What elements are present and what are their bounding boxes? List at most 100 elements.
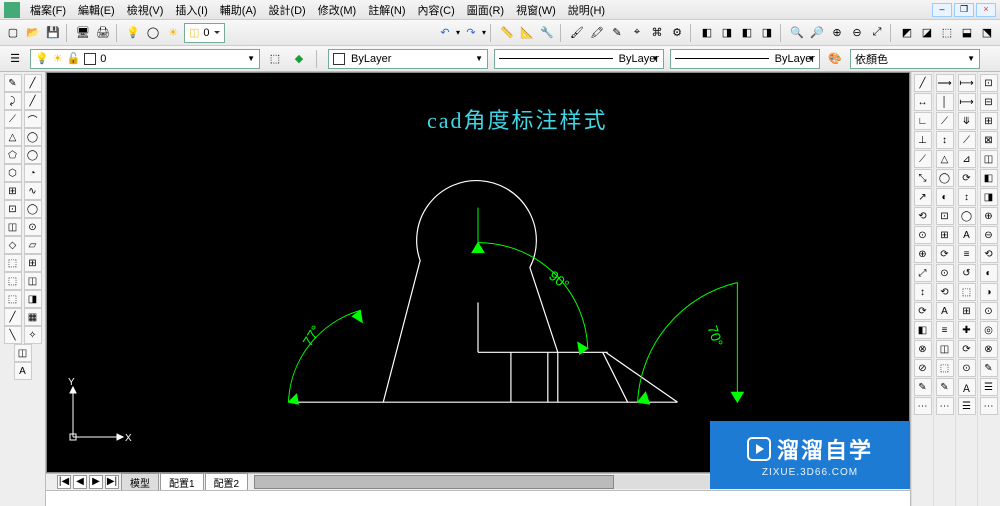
right-col3-tool-14[interactable]: ⟳ bbox=[958, 340, 976, 358]
menu-layout[interactable]: 圖面(R) bbox=[461, 0, 510, 20]
right-col1-tool-17[interactable]: ⋯ bbox=[914, 397, 932, 415]
menu-file[interactable]: 檔案(F) bbox=[24, 0, 72, 20]
draw-tool-8-1[interactable]: ⊙ bbox=[24, 218, 42, 236]
right-col1-tool-9[interactable]: ⊕ bbox=[914, 245, 932, 263]
layer-tool1-icon[interactable]: ⬚ bbox=[266, 50, 284, 68]
draw-tool-4-1[interactable]: ◯ bbox=[24, 146, 42, 164]
draw-tool-9-1[interactable]: ▱ bbox=[24, 236, 42, 254]
window-close[interactable]: × bbox=[976, 3, 996, 17]
draw-tool-16-0[interactable]: A bbox=[14, 362, 32, 380]
draw-tool-13-1[interactable]: ▦ bbox=[24, 308, 42, 326]
draw-tool-10-1[interactable]: ⊞ bbox=[24, 254, 42, 272]
right-col2-tool-11[interactable]: ⟲ bbox=[936, 283, 954, 301]
right-col1-tool-15[interactable]: ⊘ bbox=[914, 359, 932, 377]
print-icon[interactable]: 🖨 bbox=[94, 24, 112, 42]
right-col1-tool-5[interactable]: ⤡ bbox=[914, 169, 932, 187]
new-icon[interactable]: ▢ bbox=[4, 24, 22, 42]
right-col2-tool-17[interactable]: ⋯ bbox=[936, 397, 954, 415]
draw-tool-10-0[interactable]: ⬚ bbox=[4, 254, 22, 272]
right-col3-tool-16[interactable]: Ａ bbox=[958, 378, 976, 396]
draw-tool-5-0[interactable]: ⬡ bbox=[4, 164, 22, 182]
tool-b2[interactable]: 🖍 bbox=[588, 24, 606, 42]
tool-b6[interactable]: ⚙ bbox=[668, 24, 686, 42]
right-col3-tool-1[interactable]: ⟼ bbox=[958, 93, 976, 111]
window-minimize[interactable]: – bbox=[932, 3, 952, 17]
layer-manager-icon[interactable]: ☰ bbox=[6, 50, 24, 68]
right-col2-tool-15[interactable]: ⬚ bbox=[936, 359, 954, 377]
right-col2-tool-3[interactable]: ↕ bbox=[936, 131, 954, 149]
right-col1-tool-14[interactable]: ⊗ bbox=[914, 340, 932, 358]
right-col4-tool-12[interactable]: ⊙ bbox=[980, 302, 998, 320]
right-col3-tool-0[interactable]: ⟼ bbox=[958, 74, 976, 92]
right-col1-tool-4[interactable]: ⟋ bbox=[914, 150, 932, 168]
draw-tool-14-1[interactable]: ✧ bbox=[24, 326, 42, 344]
redo-icon[interactable]: ↷ bbox=[462, 24, 480, 42]
right-col2-tool-5[interactable]: ◯ bbox=[936, 169, 954, 187]
right-col4-tool-9[interactable]: ⟲ bbox=[980, 245, 998, 263]
right-col3-tool-10[interactable]: ↺ bbox=[958, 264, 976, 282]
tab-nav-prev[interactable]: ◀ bbox=[73, 475, 87, 489]
draw-tool-9-0[interactable]: ◇ bbox=[4, 236, 22, 254]
right-col2-tool-2[interactable]: ⟋ bbox=[936, 112, 954, 130]
draw-tool-13-0[interactable]: ╱ bbox=[4, 308, 22, 326]
right-col1-tool-16[interactable]: ✎ bbox=[914, 378, 932, 396]
monitor-icon[interactable]: 🖥 bbox=[74, 24, 92, 42]
right-col1-tool-8[interactable]: ⊙ bbox=[914, 226, 932, 244]
circles-icon[interactable]: ◯ bbox=[144, 24, 162, 42]
right-col2-tool-1[interactable]: │ bbox=[936, 93, 954, 111]
tab-nav-first[interactable]: |◀ bbox=[57, 475, 71, 489]
menu-annotate[interactable]: 註解(N) bbox=[362, 0, 411, 20]
color-dropdown[interactable]: ByLayer bbox=[328, 49, 488, 69]
right-col4-tool-2[interactable]: ⊞ bbox=[980, 112, 998, 130]
right-col2-tool-16[interactable]: ✎ bbox=[936, 378, 954, 396]
right-col4-tool-15[interactable]: ✎ bbox=[980, 359, 998, 377]
right-col1-tool-6[interactable]: ↗ bbox=[914, 188, 932, 206]
right-col2-tool-14[interactable]: ◫ bbox=[936, 340, 954, 358]
menu-assist[interactable]: 輔助(A) bbox=[214, 0, 263, 20]
right-col1-tool-11[interactable]: ↕ bbox=[914, 283, 932, 301]
right-col4-tool-16[interactable]: ☰ bbox=[980, 378, 998, 396]
command-line[interactable] bbox=[46, 490, 910, 506]
right-col4-tool-3[interactable]: ⊠ bbox=[980, 131, 998, 149]
right-col1-tool-0[interactable]: ╱ bbox=[914, 74, 932, 92]
tab-layout2[interactable]: 配置2 bbox=[205, 473, 249, 491]
zoom-realtime-icon[interactable]: 🔍 bbox=[788, 24, 806, 42]
draw-tool-11-0[interactable]: ⬚ bbox=[4, 272, 22, 290]
undo-icon[interactable]: ↶ bbox=[436, 24, 454, 42]
right-col4-tool-11[interactable]: ◑ bbox=[980, 283, 998, 301]
zoom-in-icon[interactable]: ⊕ bbox=[828, 24, 846, 42]
draw-tool-1-0[interactable]: ⤸ bbox=[4, 92, 22, 110]
tab-model[interactable]: 模型 bbox=[121, 473, 159, 491]
right-col3-tool-11[interactable]: ⬚ bbox=[958, 283, 976, 301]
right-col3-tool-4[interactable]: ⊿ bbox=[958, 150, 976, 168]
right-col3-tool-17[interactable]: ☰ bbox=[958, 397, 976, 415]
bulb-icon[interactable]: 💡 bbox=[124, 24, 142, 42]
tool-c2[interactable]: ◨ bbox=[718, 24, 736, 42]
tool-a1[interactable]: 📏 bbox=[498, 24, 516, 42]
right-col3-tool-15[interactable]: ⊙ bbox=[958, 359, 976, 377]
layer-dropdown[interactable]: 💡 ☀ 🔓 0 bbox=[30, 49, 260, 69]
tool-b1[interactable]: 🖌 bbox=[568, 24, 586, 42]
right-col4-tool-7[interactable]: ⊕ bbox=[980, 207, 998, 225]
right-col3-tool-8[interactable]: A bbox=[958, 226, 976, 244]
draw-tool-0-1[interactable]: ╱ bbox=[24, 74, 42, 92]
save-icon[interactable]: 💾 bbox=[44, 24, 62, 42]
draw-tool-15-0[interactable]: ◫ bbox=[14, 344, 32, 362]
right-col4-tool-6[interactable]: ◨ bbox=[980, 188, 998, 206]
right-col2-tool-13[interactable]: ≡ bbox=[936, 321, 954, 339]
tool-a3[interactable]: 🔧 bbox=[538, 24, 556, 42]
sun-icon[interactable]: ☀ bbox=[164, 24, 182, 42]
menu-view[interactable]: 檢視(V) bbox=[121, 0, 170, 20]
menu-help[interactable]: 說明(H) bbox=[562, 0, 611, 20]
right-col4-tool-17[interactable]: ⋯ bbox=[980, 397, 998, 415]
menu-content[interactable]: 內容(C) bbox=[412, 0, 461, 20]
tab-nav-next[interactable]: ▶ bbox=[89, 475, 103, 489]
menu-modify[interactable]: 修改(M) bbox=[312, 0, 363, 20]
right-col4-tool-4[interactable]: ◫ bbox=[980, 150, 998, 168]
right-col1-tool-10[interactable]: ⤢ bbox=[914, 264, 932, 282]
draw-tool-2-0[interactable]: ⟋ bbox=[4, 110, 22, 128]
right-col2-tool-10[interactable]: ⊙ bbox=[936, 264, 954, 282]
layer-quick-select[interactable]: ◫ 0 bbox=[184, 23, 225, 43]
right-col3-tool-9[interactable]: ≡ bbox=[958, 245, 976, 263]
draw-tool-6-0[interactable]: ⊞ bbox=[4, 182, 22, 200]
